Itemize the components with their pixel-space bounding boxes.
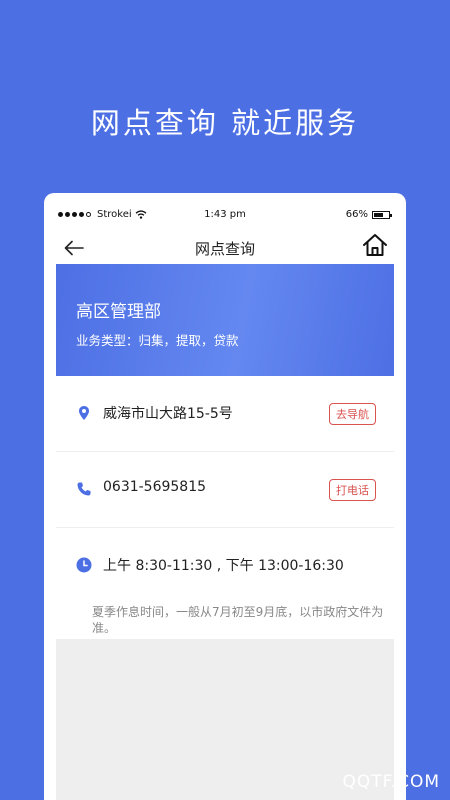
phone-screen: Strokei 1:43 pm 66% 网点查询 高区管理部 业务类型：归集，提… bbox=[44, 193, 406, 800]
address-text: 威海市山大路15-5号 bbox=[103, 406, 233, 422]
home-icon bbox=[363, 234, 387, 256]
hours-row: 上午 8:30-11:30 , 下午 13:00-16:30 bbox=[56, 528, 394, 604]
call-button[interactable]: 打电话 bbox=[329, 479, 376, 501]
clock-icon bbox=[76, 557, 92, 573]
hours-note: 夏季作息时间，一般从7月初至9月底，以市政府文件为准。 bbox=[92, 605, 384, 635]
nav-bar: 网点查询 bbox=[44, 232, 406, 263]
phone-number: 0631-5695815 bbox=[103, 479, 207, 495]
watermark: QQTF.COM bbox=[342, 772, 440, 792]
branch-card: 高区管理部 业务类型：归集，提取，贷款 bbox=[56, 264, 394, 376]
phone-row: 0631-5695815 打电话 bbox=[56, 452, 394, 528]
location-pin-icon bbox=[79, 406, 89, 420]
branch-business-type: 业务类型：归集，提取，贷款 bbox=[76, 333, 239, 348]
status-right: 66% bbox=[345, 209, 392, 220]
battery-percent: 66% bbox=[345, 209, 368, 220]
branch-name: 高区管理部 bbox=[76, 302, 161, 322]
battery-fill bbox=[374, 212, 384, 217]
status-bar: Strokei 1:43 pm 66% bbox=[44, 193, 406, 235]
opening-hours: 上午 8:30-11:30 , 下午 13:00-16:30 bbox=[103, 558, 344, 574]
promo-headline: 网点查询 就近服务 bbox=[90, 106, 360, 140]
battery-icon bbox=[372, 210, 392, 219]
navigate-button[interactable]: 去导航 bbox=[329, 403, 376, 425]
address-row: 威海市山大路15-5号 去导航 bbox=[56, 376, 394, 452]
phone-icon bbox=[77, 482, 91, 496]
home-button[interactable] bbox=[362, 232, 388, 258]
page-title: 网点查询 bbox=[194, 240, 255, 258]
